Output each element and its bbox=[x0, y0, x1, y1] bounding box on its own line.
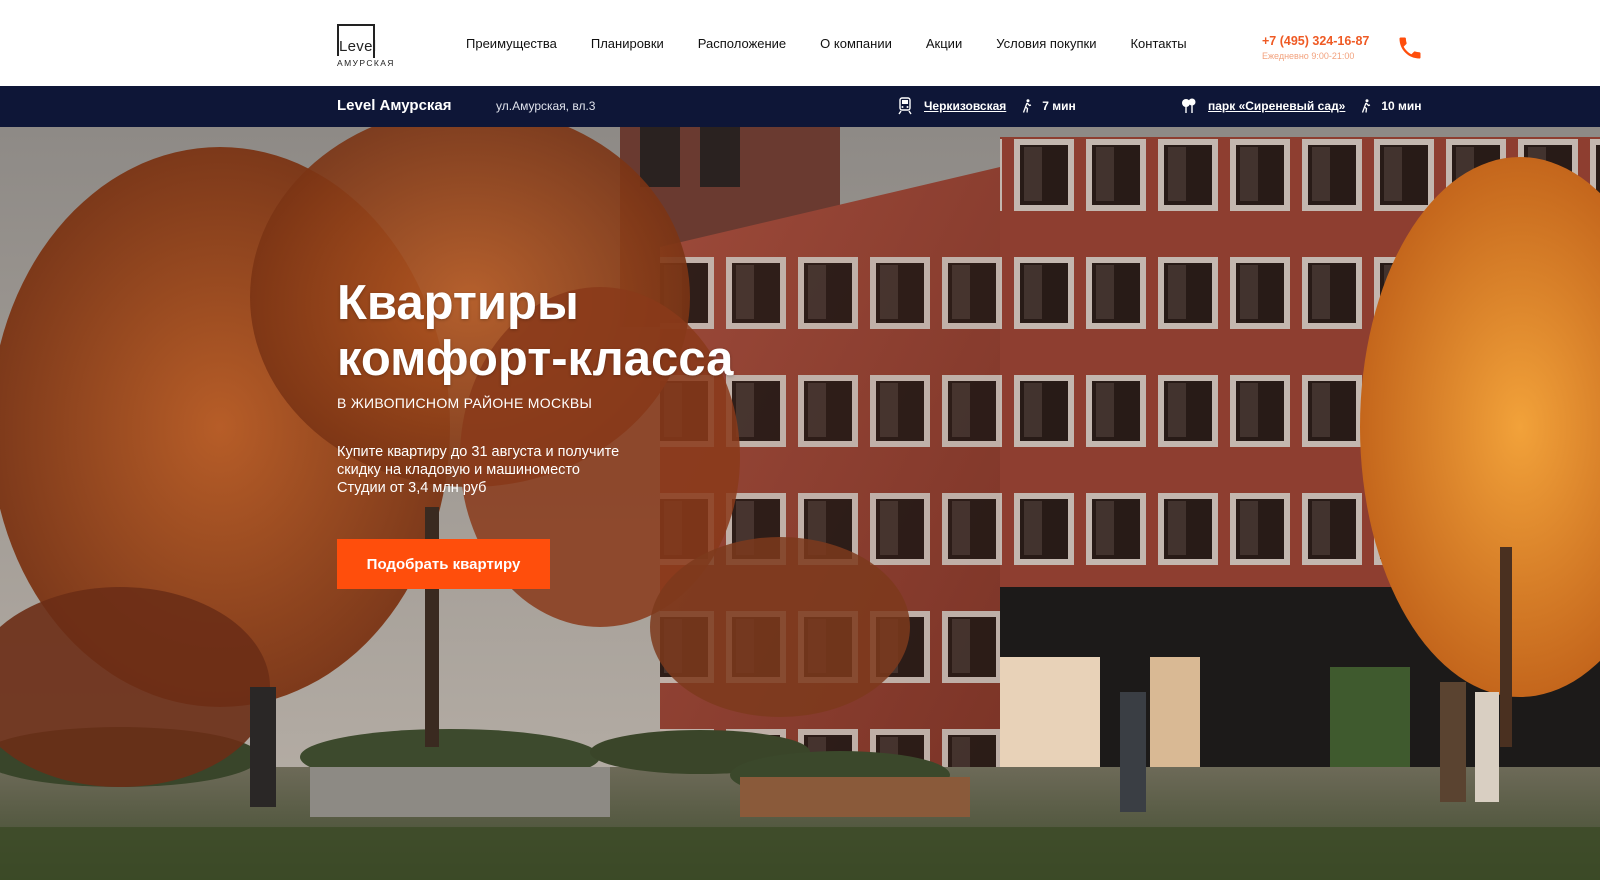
main-nav: Преимущества Планировки Расположение О к… bbox=[466, 36, 1221, 51]
hero-background-image bbox=[0, 127, 1600, 880]
nav-item-advantages[interactable]: Преимущества bbox=[466, 36, 557, 51]
walking-person-icon bbox=[1023, 99, 1032, 113]
phone-icon[interactable] bbox=[1396, 34, 1424, 62]
phone-number-link[interactable]: +7 (495) 324-16-87 bbox=[1262, 34, 1369, 48]
nav-item-about[interactable]: О компании bbox=[820, 36, 892, 51]
hero-title-line-1: Квартиры bbox=[337, 276, 579, 330]
working-hours: Ежедневно 9:00-21:00 bbox=[1262, 51, 1355, 61]
metro-station-link[interactable]: Черкизовская bbox=[924, 99, 1006, 113]
metro-walk-time: 7 мин bbox=[1042, 99, 1076, 113]
promo-line-3: Студии от 3,4 млн руб bbox=[337, 480, 487, 496]
promo-line-1: Купите квартиру до 31 августа и получите bbox=[337, 444, 620, 460]
logo-subtitle: АМУРСКАЯ bbox=[337, 58, 395, 68]
nav-item-location[interactable]: Расположение bbox=[698, 36, 786, 51]
find-apartment-button[interactable]: Подобрать квартиру bbox=[337, 539, 550, 589]
park-walk-time: 10 мин bbox=[1381, 99, 1422, 113]
hero-title-line-2: комфорт-класса bbox=[337, 332, 734, 386]
site-header: Level АМУРСКАЯ Преимущества Планировки Р… bbox=[0, 0, 1600, 86]
park-link[interactable]: парк «Сиреневый сад» bbox=[1208, 99, 1345, 113]
metro-info: Черкизовская 7 мин bbox=[896, 97, 1076, 115]
promo-line-2: скидку на кладовую и машиноместо bbox=[337, 462, 580, 478]
nav-item-purchase-terms[interactable]: Условия покупки bbox=[996, 36, 1096, 51]
walking-person-icon bbox=[1362, 99, 1371, 113]
park-tree-icon bbox=[1182, 98, 1196, 113]
nav-item-contacts[interactable]: Контакты bbox=[1130, 36, 1186, 51]
hero-subtitle: В ЖИВОПИСНОМ РАЙОНЕ МОСКВЫ bbox=[337, 395, 593, 411]
metro-train-icon bbox=[898, 97, 912, 115]
project-title: Level Амурская bbox=[337, 97, 452, 114]
nav-item-layouts[interactable]: Планировки bbox=[591, 36, 664, 51]
park-info: парк «Сиреневый сад» 10 мин bbox=[1180, 97, 1422, 115]
project-address: ул.Амурская, вл.3 bbox=[496, 99, 596, 113]
info-bar: Level Амурская ул.Амурская, вл.3 Черкизо… bbox=[0, 86, 1600, 127]
hero-section: Квартиры комфорт-класса В ЖИВОПИСНОМ РАЙ… bbox=[0, 127, 1600, 880]
logo[interactable]: Level АМУРСКАЯ bbox=[337, 24, 401, 68]
phone-block: +7 (495) 324-16-87 Ежедневно 9:00-21:00 bbox=[1262, 34, 1369, 61]
nav-item-promotions[interactable]: Акции bbox=[926, 36, 962, 51]
hero-title: Квартиры комфорт-класса bbox=[337, 275, 733, 387]
logo-word: Level bbox=[339, 38, 377, 55]
hero-promo-text: Купите квартиру до 31 августа и получите… bbox=[337, 443, 619, 497]
